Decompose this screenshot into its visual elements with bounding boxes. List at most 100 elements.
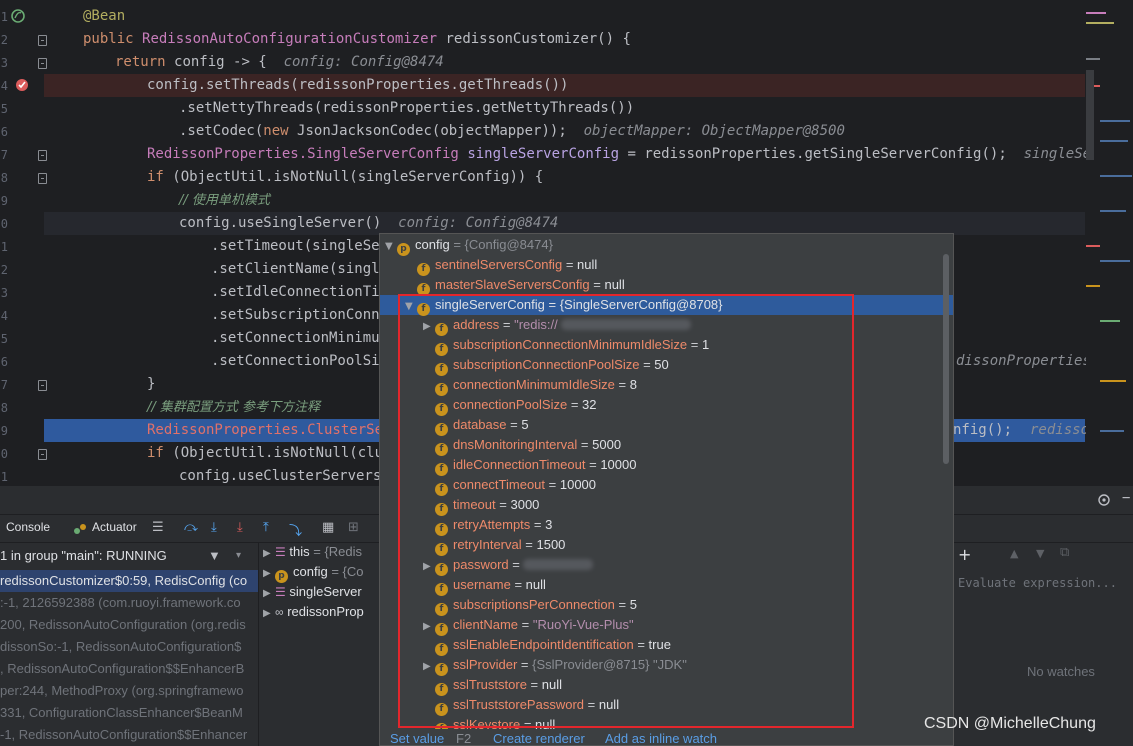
chevron-right-icon[interactable]: ▶ bbox=[263, 564, 275, 584]
variable-row[interactable]: ▶ ☰ this = {Redis bbox=[263, 542, 362, 562]
code-line[interactable]: config.useSingleServer() config: Config@… bbox=[58, 212, 1085, 235]
inline-hint: config: Config@8474 bbox=[283, 54, 444, 70]
chevron-down-icon[interactable]: ▼ bbox=[385, 237, 397, 257]
tree-node[interactable]: f username = null bbox=[423, 575, 546, 596]
frame-item[interactable]: 200, RedissonAutoConfiguration (org.redi… bbox=[0, 614, 258, 636]
tree-node-selected[interactable]: ▼ f singleServerConfig = {SingleServerConf… bbox=[405, 295, 723, 317]
code-line[interactable]: if (ObjectUtil.isNotNull(singleServerCon… bbox=[58, 166, 1085, 189]
node-value: "redis:// bbox=[514, 317, 558, 332]
code-tokens: public RedissonAutoConfigurationCustomiz… bbox=[83, 28, 631, 51]
tree-node[interactable]: f retryAttempts = 3 bbox=[423, 515, 552, 536]
tree-node[interactable]: f subscriptionConnectionPoolSize = 50 bbox=[423, 355, 669, 376]
frame-item[interactable]: :-1, 2126592388 (com.ruoyi.framework.co bbox=[0, 592, 258, 614]
equals-sign: = bbox=[565, 257, 574, 272]
tree-node[interactable]: f sentinelServersConfig = null bbox=[405, 255, 597, 276]
variable-inspection-popup[interactable]: ▼ p config = {Config@8474} f sentinelServer… bbox=[379, 233, 954, 746]
filter-icon[interactable]: ▼ bbox=[208, 545, 221, 567]
tree-node[interactable]: f database = 5 bbox=[423, 415, 529, 436]
keyword: return bbox=[115, 54, 166, 70]
code-line[interactable]: .setCodec(new JsonJacksonCodec(objectMap… bbox=[58, 120, 1085, 143]
chevron-right-icon[interactable]: ▶ bbox=[423, 657, 435, 677]
tree-node[interactable]: f timeout = 3000 bbox=[423, 495, 539, 516]
tree-node[interactable]: f dnsMonitoringInterval = 5000 bbox=[423, 435, 621, 456]
node-value: {SslProvider@8715} "JDK" bbox=[532, 657, 687, 672]
trace-icon[interactable]: ⊞ bbox=[348, 520, 359, 535]
fold-icon[interactable] bbox=[38, 173, 47, 184]
code-line[interactable]: return config -> { config: Config@8474 bbox=[58, 51, 1085, 74]
code-line[interactable]: .setNettyThreads(redissonProperties.getN… bbox=[58, 97, 1085, 120]
chevron-right-icon[interactable]: ▶ bbox=[263, 604, 275, 624]
tree-node-root[interactable]: ▼ p config = {Config@8474} bbox=[385, 235, 553, 257]
minimap-mark bbox=[1086, 22, 1114, 24]
evaluate-expression-input[interactable]: Evaluate expression... bbox=[958, 576, 1117, 590]
tab-actuator[interactable]: Actuator bbox=[92, 520, 137, 534]
more-icon[interactable]: − bbox=[1122, 490, 1130, 506]
step-over-icon[interactable]: ⤼ bbox=[184, 520, 198, 535]
chevron-down-icon[interactable]: ▼ bbox=[405, 297, 417, 317]
fold-icon[interactable] bbox=[38, 380, 47, 391]
tree-node[interactable]: f connectionMinimumIdleSize = 8 bbox=[423, 375, 637, 396]
scroll-thumb[interactable] bbox=[1086, 70, 1094, 160]
set-value-link[interactable]: Set value bbox=[390, 731, 444, 745]
fold-icon[interactable] bbox=[38, 58, 47, 69]
step-into-icon[interactable]: ⤓ bbox=[211, 520, 217, 535]
add-inline-watch-link[interactable]: Add as inline watch bbox=[605, 731, 717, 745]
chevron-right-icon[interactable]: ▶ bbox=[423, 557, 435, 577]
chevron-right-icon[interactable]: ▶ bbox=[423, 317, 435, 337]
tree-node[interactable]: ▶ f address = "redis:// bbox=[423, 315, 692, 337]
code-line[interactable]: @Bean bbox=[58, 5, 1085, 28]
frame-item[interactable]: -1, RedissonAutoConfiguration$$Enhancer bbox=[0, 724, 258, 746]
code-line[interactable]: public RedissonAutoConfigurationCustomiz… bbox=[58, 28, 1085, 51]
equals-sign: = bbox=[499, 497, 507, 512]
menu-icon[interactable]: ☰ bbox=[152, 520, 164, 535]
chevron-down-icon[interactable]: ▾ bbox=[236, 545, 241, 567]
tree-node[interactable]: ▶ f password = bbox=[423, 555, 594, 577]
code-line[interactable]: // 使用单机模式 bbox=[58, 189, 1085, 212]
chevron-right-icon[interactable]: ▶ bbox=[263, 584, 275, 604]
variable-row[interactable]: ▶ ☰ singleServer bbox=[263, 582, 362, 602]
tree-node[interactable]: f sslTruststore = null bbox=[423, 675, 562, 696]
tab-console[interactable]: Console bbox=[6, 520, 50, 534]
frame-item[interactable]: 331, ConfigurationClassEnhancer$BeanM bbox=[0, 702, 258, 724]
fold-icon[interactable] bbox=[38, 449, 47, 460]
tree-node[interactable]: f masterSlaveServersConfig = null bbox=[405, 275, 625, 296]
add-watch-icon[interactable]: + bbox=[958, 545, 971, 564]
thread-select[interactable]: 1 in group "main": RUNNING ▼ ▾ bbox=[0, 545, 258, 567]
move-down-icon[interactable]: ▼ bbox=[1036, 547, 1044, 560]
tree-node[interactable]: f subscriptionsPerConnection = 5 bbox=[423, 595, 637, 616]
code-line[interactable]: config.setThreads(redissonProperties.get… bbox=[58, 74, 1085, 97]
step-out-icon[interactable]: ⤒ bbox=[263, 520, 269, 535]
evaluate-icon[interactable]: ▦ bbox=[322, 520, 334, 535]
create-renderer-link[interactable]: Create renderer bbox=[493, 731, 585, 745]
tree-node[interactable]: f sslTruststorePassword = null bbox=[423, 695, 619, 716]
frame-item[interactable]: dissonSo:-1, RedissonAutoConfiguration$ bbox=[0, 636, 258, 658]
force-step-into-icon[interactable]: ⤓ bbox=[237, 520, 243, 535]
variable-row[interactable]: ▶ ∞ redissonProp bbox=[263, 602, 364, 622]
tree-node[interactable]: ▶ f clientName = "RuoYi-Vue-Plus" bbox=[423, 615, 634, 637]
settings-icon[interactable] bbox=[1097, 493, 1111, 507]
node-value: null bbox=[604, 277, 625, 292]
chevron-right-icon[interactable]: ▶ bbox=[263, 544, 275, 564]
popup-scrollbar[interactable] bbox=[943, 254, 949, 464]
move-up-icon[interactable]: ▲ bbox=[1010, 547, 1018, 560]
tree-node[interactable]: f idleConnectionTimeout = 10000 bbox=[423, 455, 636, 476]
variable-row[interactable]: ▶ p config = {Co bbox=[263, 562, 364, 584]
tree-node[interactable]: f sslEnableEndpointIdentification = true bbox=[423, 635, 671, 656]
frame-item[interactable]: per:244, MethodProxy (org.springframewo bbox=[0, 680, 258, 702]
tree-node[interactable]: f connectionPoolSize = 32 bbox=[423, 395, 597, 416]
chevron-right-icon[interactable]: ▶ bbox=[423, 617, 435, 637]
tree-node[interactable]: f connectTimeout = 10000 bbox=[423, 475, 596, 496]
fold-icon[interactable] bbox=[38, 35, 47, 46]
spring-bean-icon[interactable] bbox=[10, 8, 26, 24]
code-line[interactable]: RedissonProperties.SingleServerConfig si… bbox=[58, 143, 1133, 166]
frame-item[interactable]: redissonCustomizer$0:59, RedisConfig (co bbox=[0, 570, 258, 592]
tree-node[interactable]: f subscriptionConnectionMinimumIdleSize =… bbox=[423, 335, 709, 356]
tree-node[interactable]: ▶ f sslProvider = {SslProvider@8715} "JDK" bbox=[423, 655, 687, 677]
editor-scrollbar-minimap[interactable] bbox=[1086, 0, 1133, 486]
duplicate-icon[interactable]: ⧉ bbox=[1060, 545, 1069, 560]
tree-node[interactable]: f retryInterval = 1500 bbox=[423, 535, 565, 556]
run-to-cursor-icon[interactable]: ⤵ bbox=[289, 520, 302, 539]
frame-item[interactable]: , RedissonAutoConfiguration$$EnhancerB bbox=[0, 658, 258, 680]
breakpoint-icon[interactable] bbox=[14, 77, 30, 93]
fold-icon[interactable] bbox=[38, 150, 47, 161]
